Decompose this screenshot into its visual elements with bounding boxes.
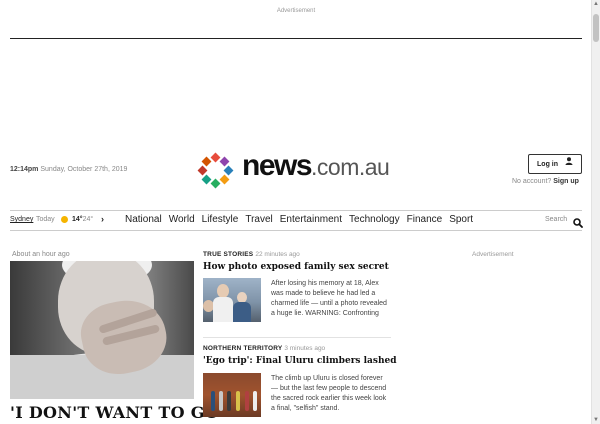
lead-headline[interactable]: 'I DON'T WANT TO GO: [10, 403, 219, 422]
story-kicker: TRUE STORIES 22 minutes ago: [203, 251, 391, 258]
nav-item-entertainment[interactable]: Entertainment: [280, 214, 342, 225]
weather-temps: 14°24°: [72, 216, 93, 223]
logo-main-text: news: [242, 149, 313, 182]
current-date: Sunday, October 27th, 2019: [40, 166, 128, 173]
sun-icon: [61, 216, 68, 223]
scrollbar-thumb[interactable]: [593, 14, 599, 42]
story-category-link[interactable]: TRUE STORIES: [203, 251, 253, 258]
main-nav: Sydney Today 14°24° › National World Lif…: [10, 210, 583, 231]
weather-city-link[interactable]: Sydney: [10, 216, 33, 223]
lead-time-ago: About an hour ago: [12, 251, 70, 258]
weather-chevron-right-icon[interactable]: ›: [101, 214, 104, 224]
scrollbar[interactable]: ▲ ▼: [591, 0, 600, 424]
logo-dot: [210, 178, 221, 189]
current-time: 12:14pm: [10, 166, 39, 173]
lead-story-image[interactable]: [10, 261, 194, 399]
story-summary: The climb up Uluru is closed forever — b…: [271, 375, 387, 412]
section-links: National World Lifestyle Travel Entertai…: [125, 214, 480, 225]
nav-item-sport[interactable]: Sport: [449, 214, 473, 225]
login-button[interactable]: Log in: [528, 154, 582, 174]
advertisement-label: Advertisement: [276, 8, 316, 14]
advertisement-label-right: Advertisement: [472, 251, 514, 258]
nav-item-world[interactable]: World: [169, 214, 195, 225]
story-kicker: NORTHERN TERRITORY 3 minutes ago: [203, 345, 391, 352]
nav-item-technology[interactable]: Technology: [349, 214, 400, 225]
scroll-down-arrow-icon[interactable]: ▼: [592, 416, 600, 424]
story-card: TRUE STORIES 22 minutes ago How photo ex…: [203, 251, 391, 322]
story-divider: [203, 337, 391, 338]
story-headline[interactable]: How photo exposed family sex secret: [203, 262, 391, 272]
nav-item-lifestyle[interactable]: Lifestyle: [202, 214, 239, 225]
logo-dot: [219, 174, 230, 185]
story-summary: After losing his memory at 18, Alex was …: [271, 280, 387, 317]
login-label: Log in: [537, 160, 559, 168]
scroll-up-arrow-icon[interactable]: ▲: [592, 0, 600, 8]
weather-low: 14°: [72, 216, 83, 223]
nav-item-national[interactable]: National: [125, 214, 162, 225]
site-logo[interactable]: news.com.au: [196, 149, 396, 189]
search-label[interactable]: Search: [545, 216, 567, 223]
story-card: NORTHERN TERRITORY 3 minutes ago 'Ego tr…: [203, 345, 397, 417]
story-time-ago: 22 minutes ago: [255, 251, 300, 258]
story-category-link[interactable]: NORTHERN TERRITORY: [203, 345, 282, 352]
weather-high: 24°: [82, 216, 94, 223]
weather-day: Today: [36, 216, 55, 223]
signup-prompt: No account? Sign up: [512, 178, 579, 185]
logo-suffix-text: .com.au: [311, 154, 390, 180]
signup-link[interactable]: Sign up: [553, 178, 579, 185]
logo-dot: [223, 165, 234, 176]
logo-wordmark: news.com.au: [242, 149, 390, 183]
nav-item-travel[interactable]: Travel: [245, 214, 272, 225]
dateline: 12:14pm Sunday, October 27th, 2019: [10, 166, 127, 173]
nav-item-finance[interactable]: Finance: [407, 214, 443, 225]
no-account-text: No account?: [512, 178, 552, 185]
advertisement-divider: [10, 38, 582, 39]
story-thumbnail[interactable]: [203, 278, 261, 322]
logo-dots-icon: [196, 151, 236, 191]
search-icon[interactable]: [573, 215, 583, 228]
story-headline[interactable]: 'Ego trip': Final Uluru climbers lashed: [203, 356, 397, 366]
story-thumbnail[interactable]: [203, 373, 261, 417]
story-time-ago: 3 minutes ago: [284, 345, 326, 352]
user-icon: [565, 155, 573, 173]
logo-dot: [201, 156, 212, 167]
